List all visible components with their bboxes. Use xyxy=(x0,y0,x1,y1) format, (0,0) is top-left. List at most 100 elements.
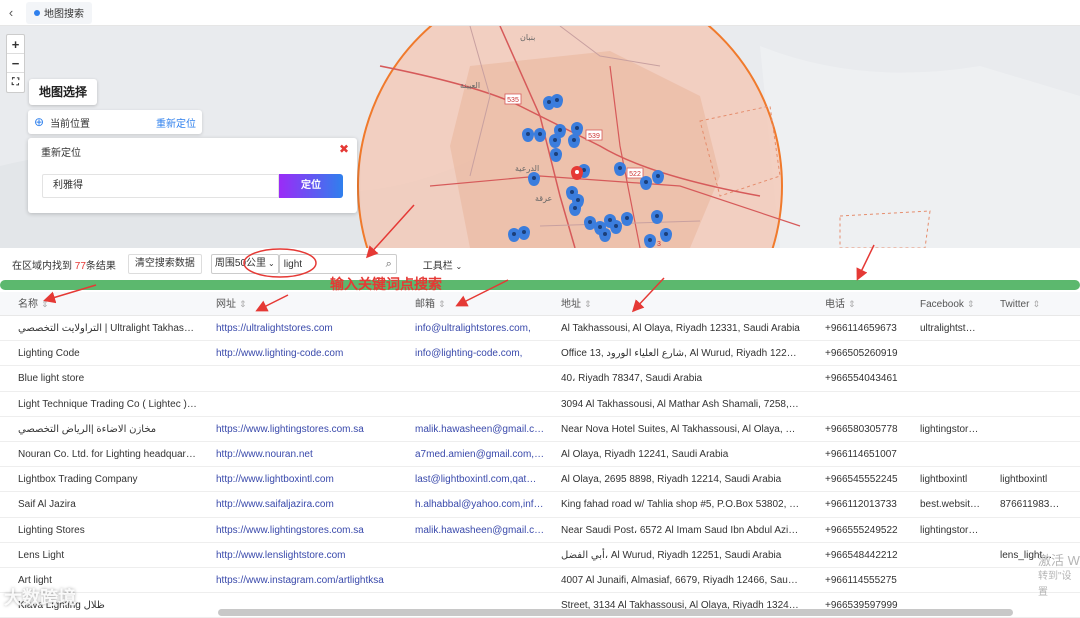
table-row[interactable]: Saif Al Jazira http://www.saifaljazira.co… xyxy=(0,492,1080,518)
relocate-link[interactable]: 重新定位 xyxy=(156,115,196,130)
zoom-in-button[interactable]: + xyxy=(7,35,24,54)
table-row[interactable]: التراولايت التخصصي | Ultralight Takhassu… xyxy=(0,316,1080,342)
result-count-number: 77 xyxy=(74,260,86,272)
place-input[interactable]: 利雅得 xyxy=(42,174,279,198)
table-row[interactable]: Light Technique Trading Co ( Lightec ) …… xyxy=(0,392,1080,417)
cell-website[interactable]: http://www.lightboxintl.com xyxy=(216,467,406,492)
fullscreen-expand-icon[interactable]: ⛶ xyxy=(7,73,24,92)
location-marker xyxy=(568,134,580,148)
table-row[interactable]: Lightbox Trading Company http://www.light… xyxy=(0,467,1080,493)
cell-website[interactable]: http://www.nouran.net xyxy=(216,442,406,467)
sort-icon: ⇕ xyxy=(584,299,592,309)
location-marker xyxy=(610,220,622,234)
cell-facebook xyxy=(920,392,990,417)
cell-phone: +966114659673 xyxy=(825,323,897,334)
cell-phone: +966554043461 xyxy=(825,373,898,385)
cell-email[interactable]: a7med.amien@gmail.com,… xyxy=(415,442,547,467)
table-row[interactable]: Lens Light http://www.lenslightstore.com أ… xyxy=(0,543,1080,568)
zoom-out-button[interactable]: − xyxy=(7,54,24,73)
radius-select[interactable]: 周围50公里 ⌄ xyxy=(210,254,279,274)
tab-map-search[interactable]: 地图搜索 xyxy=(26,1,92,24)
cell-email[interactable] xyxy=(415,392,547,417)
cell-email[interactable] xyxy=(415,543,547,568)
table-row[interactable]: Blue light store 40، Riyadh 78347, Saudi … xyxy=(0,366,1080,392)
cell-email[interactable]: malik.hawasheen@gmail.c… xyxy=(415,518,547,543)
cell-email[interactable]: h.alhabbal@yahoo.com,inf… xyxy=(415,492,547,517)
location-marker xyxy=(522,128,534,142)
cell-phone: +966114555275 xyxy=(825,574,897,586)
close-icon[interactable]: ✖ xyxy=(339,142,349,156)
cell-website[interactable]: http://www.saifaljazira.com xyxy=(216,492,406,517)
column-header-email[interactable]: 邮箱 ⇕ xyxy=(415,292,547,316)
cell-website[interactable]: http://www.lighting-code.com xyxy=(216,341,406,366)
cell-address: Office 13, شارع العلياء الورود, Al Wurud… xyxy=(561,348,801,360)
search-icon[interactable]: ⌕ xyxy=(386,258,392,271)
top-tab-bar: ‹ 地图搜索 xyxy=(0,0,1080,26)
cell-website[interactable] xyxy=(216,366,406,391)
cell-name: التراولايت التخصصي | Ultralight Takhassu… xyxy=(18,323,198,334)
cell-email[interactable]: info@ultralightstores.com, xyxy=(415,316,547,341)
cell-website[interactable]: https://www.lightingstores.com.sa xyxy=(216,417,406,442)
map-select-button[interactable]: 地图选择 xyxy=(29,79,97,105)
map-markers-layer xyxy=(508,94,672,248)
location-marker xyxy=(569,202,581,216)
location-marker xyxy=(518,226,530,240)
tab-label: 地图搜索 xyxy=(44,9,84,20)
cell-facebook xyxy=(920,568,990,593)
cell-email[interactable]: malik.hawasheen@gmail.c… xyxy=(415,417,547,442)
location-marker xyxy=(571,122,583,136)
cell-address: 40، Riyadh 78347, Saudi Arabia xyxy=(561,373,703,385)
cell-twitter: lightboxintl xyxy=(1000,474,1048,486)
zoom-control: + − ⛶ xyxy=(6,34,25,93)
horizontal-scrollbar[interactable] xyxy=(218,609,1013,616)
results-toolbar: 在区域内找到 77条结果 清空搜索数据 周围50公里 ⌄ light ⌕ 工具栏 … xyxy=(0,250,1080,278)
cell-website[interactable] xyxy=(216,392,406,417)
cell-twitter: 876611983… xyxy=(1000,499,1060,511)
table-header: 名称 ⇕ 网址 ⇕ 邮箱 ⇕ 地址 ⇕ 电话 ⇕ Facebook ⇕ Twitter ⇕ xyxy=(0,292,1080,316)
cell-website[interactable]: https://ultralightstores.com xyxy=(216,316,406,341)
annotation-hint: 输入关键词点搜索 xyxy=(330,276,442,292)
location-marker xyxy=(652,170,664,184)
table-row[interactable]: Lighting Stores https://www.lightingstore… xyxy=(0,518,1080,543)
column-header-facebook[interactable]: Facebook ⇕ xyxy=(920,292,990,316)
cell-facebook xyxy=(920,341,990,366)
table-row[interactable]: Nouran Co. Ltd. for Lighting headquar… ht… xyxy=(0,442,1080,468)
cell-website[interactable]: http://www.lenslightstore.com xyxy=(216,543,406,568)
table-row[interactable]: Lighting Code http://www.lighting-code.co… xyxy=(0,341,1080,367)
cell-website[interactable]: https://www.lightingstores.com.sa xyxy=(216,518,406,543)
column-header-website[interactable]: 网址 ⇕ xyxy=(216,292,406,316)
cell-phone: +966112013733 xyxy=(825,499,897,511)
map-view[interactable]: 535 539 522 3 العيينة الدرعية عرقة بنبان xyxy=(0,26,1080,248)
cell-phone: +966580305778 xyxy=(825,423,898,435)
cell-name: مخازن الاضاءة |الرياض التخصصي xyxy=(18,423,157,435)
back-chevron-icon[interactable]: ‹ xyxy=(0,5,22,20)
column-header-address[interactable]: 地址 ⇕ xyxy=(561,292,801,316)
table-row[interactable]: Art light https://www.instagram.com/artli… xyxy=(0,568,1080,594)
location-marker xyxy=(551,94,563,108)
cell-email[interactable]: last@lightboxintl.com,qat… xyxy=(415,467,547,492)
cell-website[interactable]: https://www.instagram.com/artlightksa xyxy=(216,568,406,593)
table-body: التراولايت التخصصي | Ultralight Takhassu… xyxy=(0,316,1080,618)
column-header-phone[interactable]: 电话 ⇕ xyxy=(825,292,911,316)
clear-search-button[interactable]: 清空搜索数据 xyxy=(127,254,202,274)
cell-phone: +966545552245 xyxy=(825,474,898,486)
cell-name: Lighting Stores xyxy=(18,524,85,536)
location-marker xyxy=(508,228,520,242)
sort-icon: ⇕ xyxy=(966,299,975,309)
cell-email[interactable] xyxy=(415,366,547,391)
location-marker xyxy=(528,172,540,186)
cell-address: أبي الفضل، Al Wurud, Riyadh 12251, Saudi… xyxy=(561,549,782,561)
sort-icon: ⇕ xyxy=(438,299,446,309)
crosshair-icon: ⊕ xyxy=(34,115,45,129)
column-header-twitter[interactable]: Twitter ⇕ xyxy=(1000,292,1070,316)
keyword-search-input[interactable]: light ⌕ xyxy=(278,254,397,274)
table-row[interactable]: مخازن الاضاءة |الرياض التخصصي https://www… xyxy=(0,417,1080,442)
cell-email[interactable]: info@lighting-code.com, xyxy=(415,341,547,366)
cell-facebook: ultralightst… xyxy=(920,323,976,334)
tools-dropdown[interactable]: 工具栏 ⌄ xyxy=(423,257,462,272)
cell-twitter xyxy=(1000,442,1070,467)
cell-address: 3094 Al Takhassousi, Al Mathar Ash Shama… xyxy=(561,398,801,410)
cell-email[interactable] xyxy=(415,568,547,593)
locate-button[interactable]: 定位 xyxy=(279,174,343,198)
column-header-name[interactable]: 名称 ⇕ xyxy=(18,292,198,316)
